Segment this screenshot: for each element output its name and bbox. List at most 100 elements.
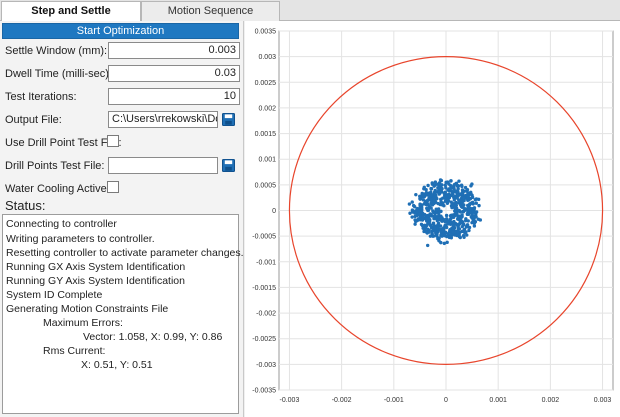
save-output-icon[interactable] — [222, 113, 235, 126]
settle-window-label: Settle Window (mm): — [5, 45, 108, 57]
data-point — [423, 228, 427, 232]
data-point — [444, 230, 448, 235]
data-point — [443, 190, 447, 194]
data-point — [410, 208, 415, 212]
data-point — [439, 202, 444, 206]
data-point — [435, 232, 439, 237]
data-point — [464, 217, 468, 221]
data-point — [472, 207, 476, 212]
data-point — [407, 202, 412, 206]
data-point — [439, 186, 444, 191]
data-point — [466, 195, 470, 200]
data-point — [427, 230, 431, 234]
data-point — [463, 207, 467, 211]
data-point — [454, 203, 458, 208]
data-point — [450, 205, 454, 210]
data-point — [459, 204, 464, 209]
x-tick-label: -0.001 — [384, 397, 404, 404]
data-point — [456, 217, 460, 221]
x-tick-label: -0.003 — [280, 397, 300, 404]
start-optimization-button[interactable]: Start Optimization — [2, 23, 239, 39]
data-point — [470, 220, 474, 225]
data-point — [433, 183, 437, 187]
data-point — [474, 197, 479, 201]
settings-panel: Start Optimization Settle Window (mm): 0… — [0, 21, 244, 417]
data-point — [473, 210, 477, 214]
data-point — [422, 212, 427, 217]
dwell-time-input[interactable]: 0.03 — [108, 65, 240, 82]
data-point — [460, 220, 465, 225]
data-point — [439, 214, 443, 218]
data-point — [432, 198, 436, 203]
data-point — [418, 204, 422, 208]
tab-bar: Step and Settle Optimization Motion Sequ… — [0, 0, 620, 36]
data-point — [444, 225, 449, 230]
status-line: Maximum Errors: — [43, 317, 123, 329]
data-point — [466, 206, 470, 211]
data-point — [474, 201, 478, 205]
data-point — [456, 187, 460, 191]
data-point — [470, 200, 475, 205]
y-tick-label: 0.0015 — [255, 131, 277, 138]
x-tick-label: 0.002 — [542, 397, 560, 404]
data-point — [456, 224, 460, 228]
data-point — [455, 233, 460, 237]
data-point — [465, 223, 470, 227]
data-point — [455, 206, 459, 211]
tab-motion-sequence[interactable]: Motion Sequence Optimization — [141, 1, 280, 36]
data-point — [472, 224, 477, 228]
x-tick-label: 0 — [444, 397, 448, 404]
data-point — [440, 219, 444, 223]
data-point — [425, 243, 430, 248]
data-point — [470, 182, 474, 186]
data-point — [477, 203, 481, 208]
status-line: Vector: 1.058, X: 0.99, Y: 0.86 — [83, 331, 223, 343]
data-point — [432, 201, 436, 206]
data-point — [456, 184, 461, 188]
data-point — [446, 222, 450, 226]
data-point — [429, 186, 434, 191]
x-tick-label: 0.003 — [594, 397, 612, 404]
y-tick-label: -0.002 — [256, 311, 276, 318]
data-point — [474, 215, 478, 219]
data-point — [452, 215, 456, 219]
test-iterations-input[interactable]: 10 — [108, 88, 240, 105]
y-tick-label: 0 — [272, 208, 276, 215]
data-point — [464, 230, 468, 234]
data-point — [429, 212, 433, 216]
data-point — [432, 210, 436, 215]
data-point — [438, 178, 443, 182]
settle-window-input[interactable]: 0.003 — [108, 42, 240, 59]
data-point — [467, 228, 471, 233]
status-title: Status: — [5, 198, 46, 213]
data-point — [460, 188, 465, 192]
data-point — [461, 233, 466, 238]
data-point — [466, 212, 471, 217]
tab-step-and-settle[interactable]: Step and Settle Optimization — [1, 1, 141, 36]
drill-points-input[interactable] — [108, 157, 218, 174]
data-point — [431, 221, 436, 225]
water-cooling-checkbox[interactable] — [107, 181, 119, 193]
data-point — [421, 198, 426, 202]
data-point — [463, 185, 468, 190]
data-point — [443, 183, 447, 187]
water-cooling-label: Water Cooling Active: — [5, 183, 110, 195]
status-line: Resetting controller to activate paramet… — [6, 247, 244, 259]
data-point — [413, 222, 417, 226]
data-point — [456, 230, 460, 234]
data-point — [452, 182, 457, 187]
data-point — [430, 181, 434, 185]
use-drill-checkbox[interactable] — [107, 135, 119, 147]
y-tick-label: 0.0025 — [255, 80, 277, 87]
test-iterations-label: Test Iterations: — [5, 91, 77, 103]
save-drill-points-icon[interactable] — [222, 159, 235, 172]
y-tick-label: 0.001 — [258, 157, 276, 164]
output-file-input[interactable]: C:\Users\rrekowski\Docume — [108, 111, 218, 128]
data-point — [451, 230, 456, 234]
data-point — [420, 209, 424, 213]
data-point — [450, 193, 454, 198]
y-tick-label: 0.002 — [258, 105, 276, 112]
status-log[interactable]: Connecting to controller Writing paramet… — [2, 214, 244, 414]
data-point — [454, 211, 458, 215]
data-point — [413, 211, 417, 215]
